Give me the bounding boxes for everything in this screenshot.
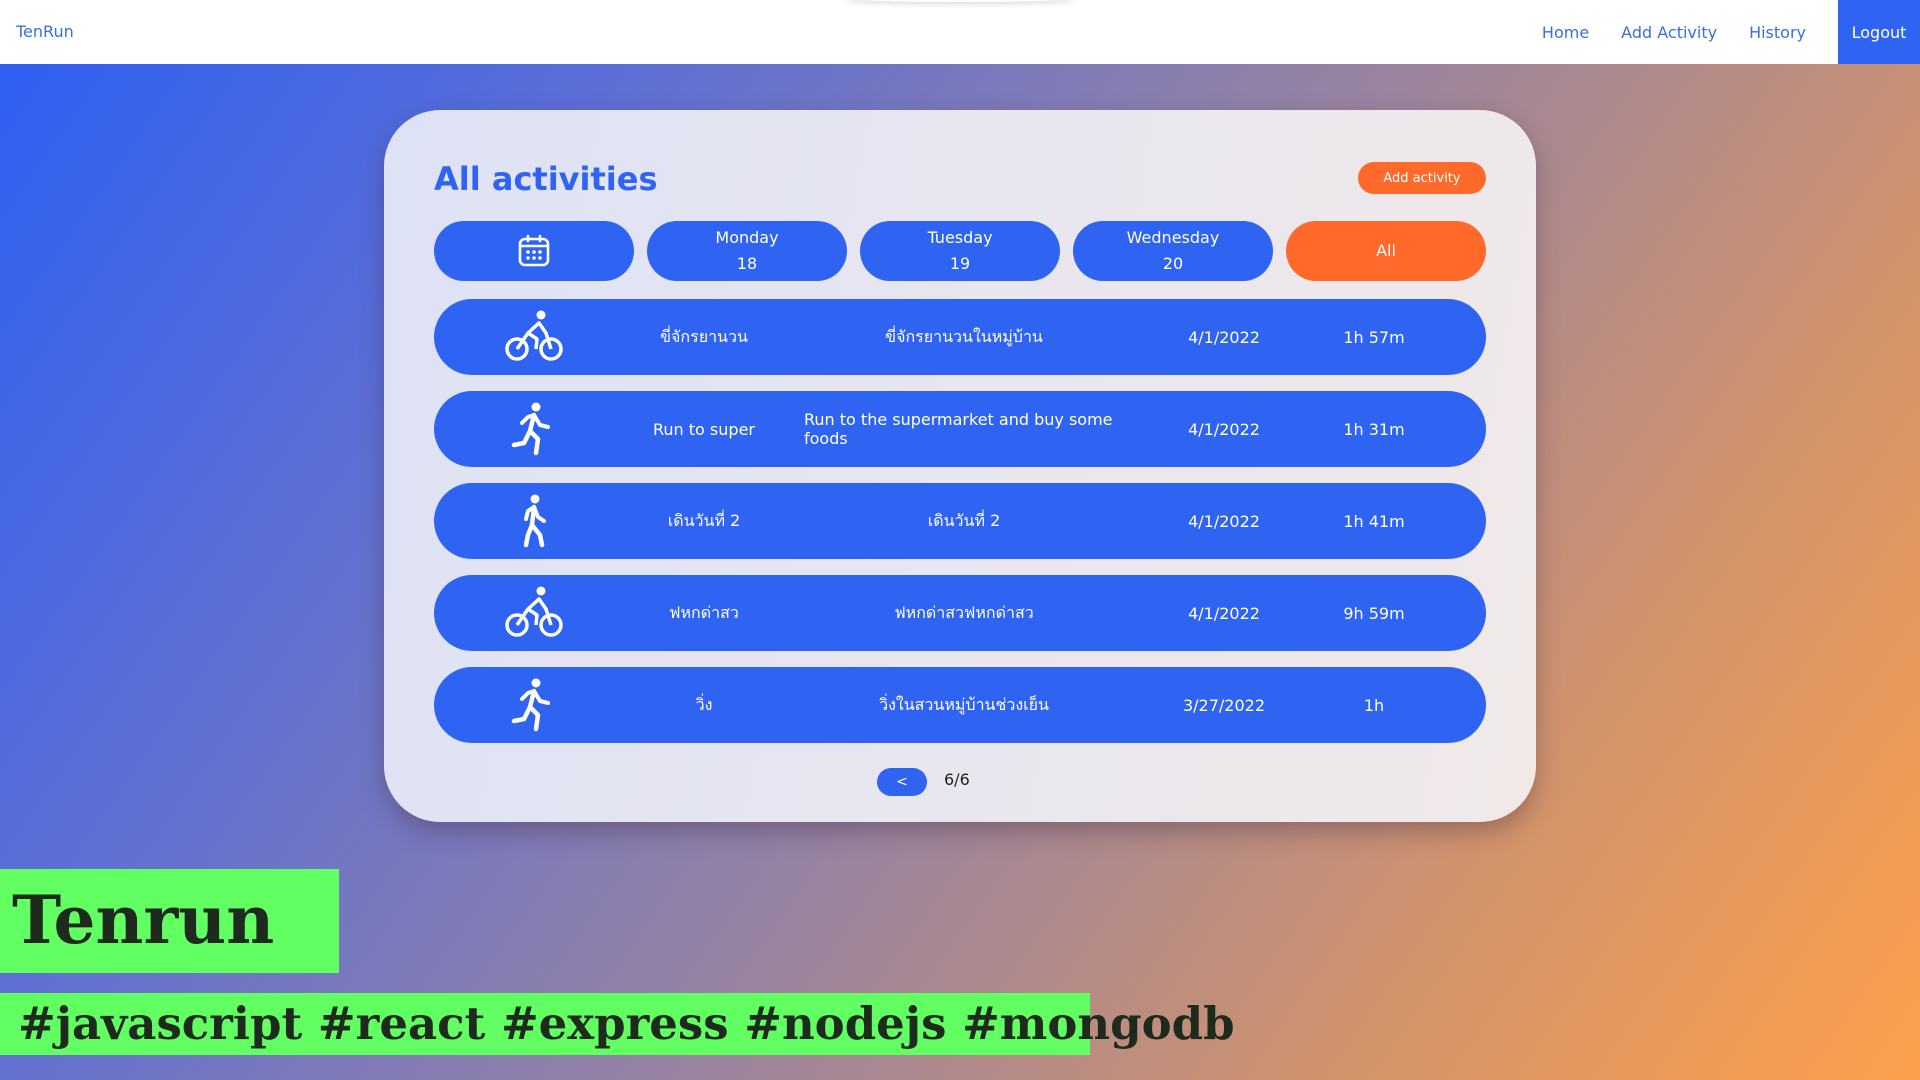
filter-date-label: 20 [1162, 254, 1184, 273]
nav-links: Home Add Activity History Logout [1542, 0, 1920, 64]
activities-card: All activities Add activity Monday 18 Tu… [384, 110, 1536, 822]
page-title: All activities [434, 160, 658, 198]
brand-link[interactable]: TenRun [16, 22, 74, 41]
activity-duration: 1h 31m [1343, 419, 1405, 439]
nav-home-link[interactable]: Home [1542, 23, 1589, 42]
activity-row[interactable]: ฟหกด่าสว ฟหกด่าสวฟหกด่าสว 4/1/2022 9h 59… [434, 575, 1486, 651]
filter-date-label: 19 [949, 254, 971, 273]
filter-tuesday[interactable]: Tuesday 19 [860, 221, 1060, 281]
filter-date-label: 18 [736, 254, 758, 273]
nav-shadow [845, 0, 1075, 2]
activity-row[interactable]: วิ่ง วิ่งในสวนหมู่บ้านช่วงเย็น 3/27/2022… [434, 667, 1486, 743]
navbar: TenRun Home Add Activity History Logout [0, 0, 1920, 64]
overlay-tags-banner: #javascript #react #express #nodejs #mon… [0, 993, 1235, 1055]
overlay-title: Tenrun [12, 881, 275, 959]
activity-description: ขี่จักรยานวนในหมู่บ้าน [885, 326, 1043, 346]
filter-all[interactable]: All [1286, 221, 1486, 281]
run-icon [511, 402, 550, 456]
activity-duration: 1h 41m [1343, 511, 1405, 531]
filter-day-label: Wednesday [1126, 228, 1220, 247]
activity-description: เดินวันที่ 2 [927, 510, 1001, 530]
activity-duration: 9h 59m [1343, 603, 1405, 623]
filter-monday[interactable]: Monday 18 [647, 221, 847, 281]
activity-date: 4/1/2022 [1188, 327, 1260, 347]
activity-name: เดินวันที่ 2 [667, 510, 741, 530]
overlay-title-banner: Tenrun [0, 869, 339, 973]
filter-day-label: Tuesday [927, 228, 993, 247]
activity-description: วิ่งในสวนหมู่บ้านช่วงเย็น [879, 694, 1049, 714]
pager-page-indicator: 6/6 [944, 770, 970, 789]
activity-duration: 1h 57m [1343, 327, 1405, 347]
activity-name: ขี่จักรยานวน [660, 326, 748, 346]
run-icon [511, 678, 550, 732]
logout-button[interactable]: Logout [1838, 0, 1920, 64]
activity-name: วิ่ง [695, 694, 713, 714]
nav-add-activity-link[interactable]: Add Activity [1621, 23, 1717, 42]
activity-description: Run to the supermarket and buy some food… [804, 410, 1113, 448]
activity-name: ฟหกด่าสว [669, 602, 739, 622]
filter-day-label: Monday [715, 228, 779, 247]
activity-row[interactable]: Run to super Run to the supermarket and … [434, 391, 1486, 467]
activity-date: 4/1/2022 [1188, 511, 1260, 531]
activity-date: 3/27/2022 [1182, 695, 1266, 715]
day-filters: Monday 18 Tuesday 19 Wednesday 20 All [434, 221, 1486, 281]
walk-icon [523, 494, 546, 548]
add-activity-button[interactable]: Add activity [1358, 162, 1486, 194]
calendar-filter-button[interactable] [434, 221, 634, 281]
pager-prev-button[interactable]: < [877, 768, 927, 796]
bike-icon [505, 586, 563, 637]
activity-duration: 1h [1363, 695, 1385, 715]
calendar-icon [518, 234, 550, 267]
activity-row[interactable]: ขี่จักรยานวน ขี่จักรยานวนในหมู่บ้าน 4/1/… [434, 299, 1486, 375]
activity-description: ฟหกด่าสวฟหกด่าสว [894, 602, 1034, 622]
bike-icon [505, 310, 563, 361]
activity-row[interactable]: เดินวันที่ 2 เดินวันที่ 2 4/1/2022 1h 41… [434, 483, 1486, 559]
filter-wednesday[interactable]: Wednesday 20 [1073, 221, 1273, 281]
activity-name: Run to super [653, 419, 755, 439]
activity-date: 4/1/2022 [1188, 603, 1260, 623]
nav-history-link[interactable]: History [1749, 23, 1806, 42]
activity-date: 4/1/2022 [1188, 419, 1260, 439]
overlay-tags: #javascript #react #express #nodejs #mon… [18, 997, 1235, 1050]
